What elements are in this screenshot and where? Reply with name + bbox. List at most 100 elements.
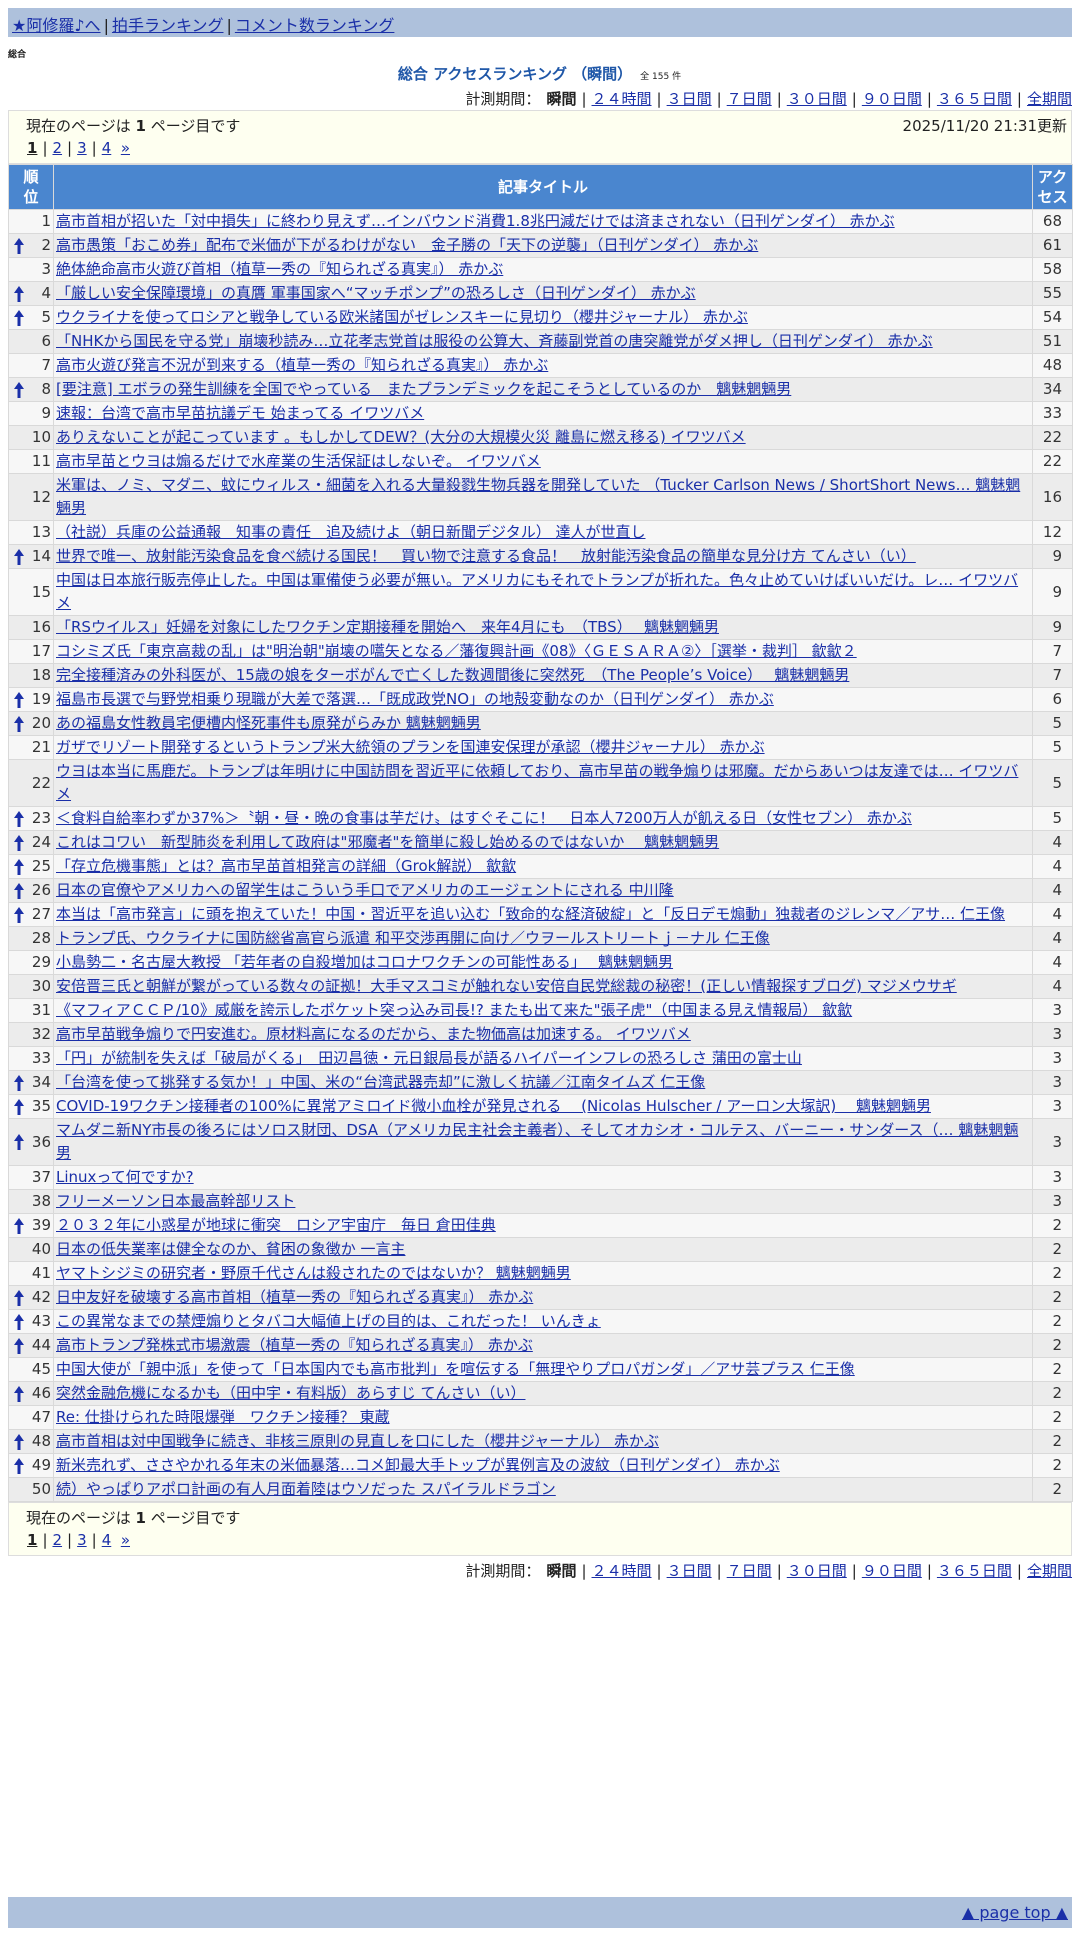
rank-cell: 10 (8, 425, 54, 450)
article-title-link[interactable]: 日本の官僚やアメリカへの留学生はこういう手口でアメリカのエージェントにされる 中… (56, 881, 674, 899)
page-link[interactable]: 4 (102, 139, 112, 157)
table-row: 9 速報：台湾で高市早苗抗議デモ 始まってる イワツバメ 33 (8, 401, 1073, 426)
article-title-link[interactable]: 速報：台湾で高市早苗抗議デモ 始まってる イワツバメ (56, 404, 424, 422)
article-title-link[interactable]: 小島勢二・名古屋大教授 「若年者の自殺増加はコロナワクチンの可能性ある」 魑魅魍… (56, 953, 673, 971)
article-title-link[interactable]: ウヨは本当に馬鹿だ。トランプは年明けに中国訪問を習近平に依頼しており、高市早苗の… (56, 762, 1018, 803)
rank-up-arrow-icon (14, 1385, 24, 1402)
title-cell: 高市早苗とウヨは煽るだけで水産業の生活保証はしないぞ。 イワツバメ (53, 449, 1033, 474)
article-title-link[interactable]: 「円」が統制を失えば「破局がくる」 田辺昌徳・元日銀局長が語るハイパーインフレの… (56, 1049, 802, 1067)
period-option-link[interactable]: ９０日間 (862, 1562, 922, 1580)
period-option-link[interactable]: ３日間 (667, 90, 712, 108)
period-option-link[interactable]: 全期間 (1027, 90, 1072, 108)
article-title-link[interactable]: 高市早苗戦争煽りで円安進む。原材料高になるのだから、また物価高は加速する。 イワ… (56, 1025, 691, 1043)
article-title-link[interactable]: Linuxって何ですか? (56, 1168, 194, 1186)
article-title-link[interactable]: 米軍は、ノミ、マダニ、蚊にウィルス・細菌を入れる大量殺戮生物兵器を開発していた … (56, 476, 1020, 517)
article-title-link[interactable]: 世界で唯一、放射能汚染食品を食べ続ける国民！ 買い物で注意する食品！ 放射能汚染… (56, 547, 916, 565)
article-title-link[interactable]: 「NHKから国民を守る党」崩壊秒読み…立花孝志党首は服役の公算大、斉藤副党首の唐… (56, 332, 933, 350)
period-option-link[interactable]: ２４時間 (592, 90, 652, 108)
article-title-link[interactable]: 「存立危機事態」とは？高市早苗首相発言の詳細（Grok解説） 歙歙 (56, 857, 516, 875)
article-title-link[interactable]: 「台湾を使って挑発する気か！」中国、米の“台湾武器売却”に激しく抗議／江南タイム… (56, 1073, 705, 1091)
article-title-link[interactable]: 続）やっぱりアポロ計画の有人月面着陸はウソだった スパイラルドラゴン (56, 1480, 556, 1498)
period-option-link[interactable]: ７日間 (727, 90, 772, 108)
article-title-link[interactable]: 「厳しい安全保障環境」の真贋 軍事国家へ“マッチポンプ”の恐ろしさ（日刊ゲンダイ… (56, 284, 696, 302)
page-link[interactable]: 2 (53, 139, 63, 157)
article-title-link[interactable]: 中国大使が「親中派」を使って「日本国内でも高市批判」を喧伝する「無理やりプロパガ… (56, 1360, 855, 1378)
rank-number: 15 (31, 582, 51, 601)
article-title-link[interactable]: マムダニ新NY市長の後ろにはソロス財団、DSA（アメリカ民主社会主義者）、そして… (56, 1121, 1018, 1162)
page-top-link[interactable]: ▲ page top ▲ (962, 1903, 1068, 1922)
period-option-link[interactable]: ３０日間 (787, 90, 847, 108)
article-title-link[interactable]: 福島市長選で与野党相乗り現職が大差で落選…「既成政党NO」の地殻変動なのか（日刊… (56, 690, 774, 708)
nav-link-comment-ranking[interactable]: コメント数ランキング (235, 16, 395, 35)
article-title-link[interactable]: 新米売れず、ささやかれる年末の米価暴落…コメ卸最大手トップが異例言及の波紋（日刊… (56, 1456, 780, 1474)
period-option-link[interactable]: ３６５日間 (937, 1562, 1012, 1580)
article-title-link[interactable]: ＜食料自給率わずか37%＞〝朝・昼・晩の食事は芋だけ〟はすぐそこに！ 日本人72… (56, 809, 912, 827)
article-title-link[interactable]: 日中友好を破壊する高市首相（植草一秀の『知られざる真実』） 赤かぶ (56, 1288, 533, 1306)
period-option-link[interactable]: 全期間 (1027, 1562, 1072, 1580)
access-count: 3 (1032, 1046, 1073, 1071)
page-link[interactable]: 3 (77, 139, 87, 157)
page-link[interactable]: 3 (77, 1531, 87, 1549)
rank-number: 25 (31, 857, 51, 875)
article-title-link[interactable]: これはコワい 新型肺炎を利用して政府は"邪魔者"を簡単に殺し始めるのではないか … (56, 833, 719, 851)
rank-cell: 3 (8, 257, 54, 282)
title-cell: 本当は「高市発言」に頭を抱えていた！中国・習近平を追い込む「致命的な経済破綻」と… (53, 902, 1033, 927)
article-title-link[interactable]: ありえないことが起こっています 。もしかしてDEW？(大分の大規模火災 離島に燃… (56, 428, 746, 446)
article-title-link[interactable]: 「RSウイルス」妊婦を対象にしたワクチン定期接種を開始へ 来年4月にも （TBS… (56, 618, 719, 636)
table-row: 45 中国大使が「親中派」を使って「日本国内でも高市批判」を喧伝する「無理やりプロ… (8, 1357, 1073, 1382)
page-link[interactable]: 2 (53, 1531, 63, 1549)
article-title-link[interactable]: ウクライナを使ってロシアと戦争している欧米諸国がゼレンスキーに見切り（櫻井ジャー… (56, 308, 748, 326)
table-row: 42 日中友好を破壊する高市首相（植草一秀の『知られざる真実』） 赤かぶ 2 (8, 1285, 1073, 1310)
article-title-link[interactable]: トランプ氏、ウクライナに国防総省高官ら派遣 和平交渉再開に向け／ウヲールストリー… (56, 929, 770, 947)
article-title-link[interactable]: Re: 仕掛けられた時限爆弾 ワクチン接種？ 東蔵 (56, 1408, 390, 1426)
article-title-link[interactable]: ２０３２年に小惑星が地球に衝突 ロシア宇宙庁 毎日 倉田佳典 (56, 1216, 496, 1234)
access-count: 4 (1032, 878, 1073, 903)
title-cell: 「NHKから国民を守る党」崩壊秒読み…立花孝志党首は服役の公算大、斉藤副党首の唐… (53, 329, 1033, 354)
article-title-link[interactable]: （社説）兵庫の公益通報 知事の責任 追及続けよ（朝日新聞デジタル） 達人が世直し (56, 523, 645, 541)
article-title-link[interactable]: 高市トランプ発株式市場激震（植草一秀の『知られざる真実』） 赤かぶ (56, 1336, 533, 1354)
article-title-link[interactable]: 安倍晋三氏と朝鮮が繋がっている数々の証拠！大手マスコミが触れない安倍自民党総裁の… (56, 977, 957, 995)
article-title-link[interactable]: 高市早苗とウヨは煽るだけで水産業の生活保証はしないぞ。 イワツバメ (56, 452, 541, 470)
rank-cell: 1 (8, 209, 54, 234)
period-option-link[interactable]: ９０日間 (862, 90, 922, 108)
article-title-link[interactable]: 日本の低失業率は健全なのか、貧困の象徴か 一言主 (56, 1240, 405, 1258)
article-title-link[interactable]: COVID-19ワクチン接種者の100%に異常アミロイド微小血栓が発見される (… (56, 1097, 931, 1115)
period-option-link[interactable]: ３６５日間 (937, 90, 1012, 108)
article-title-link[interactable]: ガザでリゾート開発するというトランプ米大統領のプランを国連安保理が承認（櫻井ジャ… (56, 738, 765, 756)
article-title-link[interactable]: [要注意] エボラの発生訓練を全国でやっている またプランデミックを起こそうとし… (56, 380, 791, 398)
article-title-link[interactable]: 高市首相は対中国戦争に続き、非核三原則の見直しを口にした（櫻井ジャーナル） 赤か… (56, 1432, 659, 1450)
rank-up-arrow-icon (14, 906, 24, 923)
period-option-link[interactable]: ２４時間 (592, 1562, 652, 1580)
page-link[interactable]: 4 (102, 1531, 112, 1549)
title-cell: あの福島女性教員宅便槽内怪死事件も原発がらみか 魑魅魍魎男 (53, 711, 1033, 736)
page-next-link[interactable]: » (121, 139, 130, 157)
article-title-link[interactable]: 本当は「高市発言」に頭を抱えていた！中国・習近平を追い込む「致命的な経済破綻」と… (56, 905, 1005, 923)
table-row: 8 [要注意] エボラの発生訓練を全国でやっている またプランデミックを起こそうと… (8, 377, 1073, 402)
title-cell: 米軍は、ノミ、マダニ、蚊にウィルス・細菌を入れる大量殺戮生物兵器を開発していた … (53, 473, 1033, 521)
nav-link-clap-ranking[interactable]: 拍手ランキング (112, 16, 224, 35)
article-title-link[interactable]: 絶体絶命高市火遊び首相（植草一秀の『知られざる真実』） 赤かぶ (56, 260, 503, 278)
title-cell: マムダニ新NY市長の後ろにはソロス財団、DSA（アメリカ民主社会主義者）、そして… (53, 1118, 1033, 1166)
rank-cell: 45 (8, 1357, 54, 1382)
article-title-link[interactable]: この異常なまでの禁煙煽りとタバコ大幅値上げの目的は、これだった！ いんきょ (56, 1312, 601, 1330)
article-title-link[interactable]: ヤマトシジミの研究者・野原千代さんは殺されたのではないか？ 魑魅魍魎男 (56, 1264, 571, 1282)
period-label: 計測期間： (465, 90, 541, 108)
article-title-link[interactable]: あの福島女性教員宅便槽内怪死事件も原発がらみか 魑魅魍魎男 (56, 714, 481, 732)
article-title-link[interactable]: コシミズ氏「東京高裁の乱」は"明治朝"崩壊の嚆矢となる／藩復興計画《08》〈ＧＥ… (56, 642, 857, 660)
period-separator: | (656, 90, 662, 108)
nav-link-asyura[interactable]: ★阿修羅♪へ (12, 16, 101, 35)
article-title-link[interactable]: 突然金融危機になるかも（田中宇・有料版）あらすじ てんさい（い） (56, 1384, 525, 1402)
period-option-link[interactable]: ３０日間 (787, 1562, 847, 1580)
article-title-link[interactable]: 高市首相が招いた「対中損失」に終わり見えず…インバウンド消費1.8兆円減だけでは… (56, 212, 895, 230)
article-title-link[interactable]: 高市火遊び発言不況が到来する（植草一秀の『知られざる真実』） 赤かぶ (56, 356, 548, 374)
period-option-link[interactable]: ７日間 (727, 1562, 772, 1580)
article-title-link[interactable]: 完全接種済みの外科医が、15歳の娘をターボがんで亡くした数週間後に突然死 （Th… (56, 666, 849, 684)
article-title-link[interactable]: 高市愚策「おこめ券」配布で米価が下がるわけがない 金子勝の「天下の逆襲」（日刊ゲ… (56, 236, 758, 254)
title-cell: 「厳しい安全保障環境」の真贋 軍事国家へ“マッチポンプ”の恐ろしさ（日刊ゲンダイ… (53, 281, 1033, 306)
table-row: 46 突然金融危機になるかも（田中宇・有料版）あらすじ てんさい（い） 2 (8, 1381, 1073, 1406)
period-option-link[interactable]: ３日間 (667, 1562, 712, 1580)
page-next-link[interactable]: » (121, 1531, 130, 1549)
article-title-link[interactable]: フリーメーソン日本最高幹部リスト (56, 1192, 295, 1210)
article-title-link[interactable]: 中国は日本旅行販売停止した。中国は軍備使う必要が無い。アメリカにもそれでトランプ… (56, 571, 1018, 612)
article-title-link[interactable]: 《マフィアＣＣＰ/10》威厳を誇示したポケット突っ込み司長!? またも出て来た"… (56, 1001, 852, 1019)
